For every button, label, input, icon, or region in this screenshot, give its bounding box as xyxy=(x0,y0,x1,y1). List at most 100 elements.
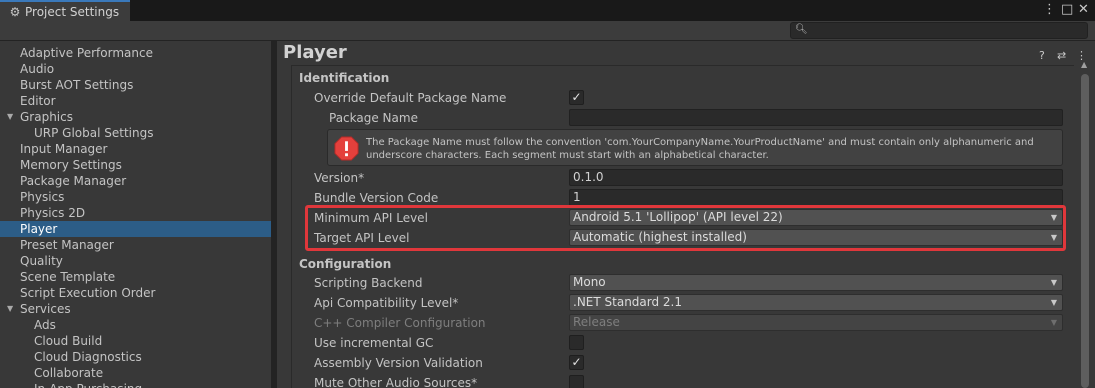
package-name-field[interactable] xyxy=(569,109,1063,126)
bundle-version-code-label: Bundle Version Code xyxy=(314,191,439,205)
sidebar-item-label: Quality xyxy=(20,254,63,268)
sidebar-item-cloud-build[interactable]: Cloud Build xyxy=(0,333,271,349)
minimum-api-level-value: Android 5.1 'Lollipop' (API level 22) xyxy=(573,210,783,224)
sidebar-item-editor[interactable]: Editor xyxy=(0,93,271,109)
sidebar-item-adaptive-performance[interactable]: Adaptive Performance xyxy=(0,45,271,61)
sidebar-item-label: Scene Template xyxy=(20,270,116,284)
sidebar-item-in-app-purchasing[interactable]: In-App Purchasing xyxy=(0,381,271,388)
chevron-down-icon: ▼ xyxy=(1050,213,1057,222)
section-configuration: Configuration xyxy=(299,257,392,271)
sidebar-item-label: Cloud Diagnostics xyxy=(34,350,142,364)
warning-text: The Package Name must follow the convent… xyxy=(366,137,1034,161)
cpp-compiler-label: C++ Compiler Configuration xyxy=(314,316,486,330)
error-icon xyxy=(334,136,359,161)
incremental-gc-label: Use incremental GC xyxy=(314,336,434,350)
vertical-scrollbar[interactable]: ▲ xyxy=(1079,60,1091,388)
target-api-level-label: Target API Level xyxy=(314,231,410,245)
sidebar-item-label: Physics xyxy=(20,190,65,204)
sidebar-item-label: Physics 2D xyxy=(20,206,86,220)
preset-icon[interactable]: ⇄ xyxy=(1057,49,1066,62)
window-menu-icon[interactable]: ⋮ xyxy=(1043,2,1056,17)
sidebar-item-label: Graphics xyxy=(20,110,73,124)
sidebar-item-label: Script Execution Order xyxy=(20,286,156,300)
sidebar-item-player[interactable]: Player xyxy=(0,221,271,237)
sidebar-item-label: Ads xyxy=(34,318,56,332)
target-api-level-value: Automatic (highest installed) xyxy=(573,230,747,244)
help-icon[interactable]: ? xyxy=(1039,49,1045,62)
player-settings-panel: Player ? ⇄ ⋮ Identification Override Def… xyxy=(277,41,1095,388)
sidebar-item-label: Cloud Build xyxy=(34,334,103,348)
chevron-down-icon: ▼ xyxy=(1050,233,1057,242)
maximize-icon[interactable]: □ xyxy=(1061,2,1073,17)
section-identification: Identification xyxy=(299,71,390,85)
settings-sidebar: Adaptive Performance Audio Burst AOT Setti… xyxy=(0,41,271,388)
target-api-level-dropdown[interactable]: Automatic (highest installed) ▼ xyxy=(569,229,1063,246)
sidebar-item-audio[interactable]: Audio xyxy=(0,61,271,77)
api-compatibility-dropdown[interactable]: .NET Standard 2.1 ▼ xyxy=(569,294,1063,311)
sidebar-item-label: Player xyxy=(20,222,58,236)
version-label: Version* xyxy=(314,171,365,185)
sidebar-item-services[interactable]: ▼ Services xyxy=(0,301,271,317)
override-package-name-label: Override Default Package Name xyxy=(314,91,507,105)
scrollbar-thumb[interactable] xyxy=(1081,74,1089,388)
sidebar-item-label: Preset Manager xyxy=(20,238,114,252)
sidebar-item-label: Audio xyxy=(20,62,55,76)
sidebar-item-collaborate[interactable]: Collaborate xyxy=(0,365,271,381)
sidebar-item-label: In-App Purchasing xyxy=(34,382,142,388)
sidebar-item-ads[interactable]: Ads xyxy=(0,317,271,333)
sidebar-item-cloud-diagnostics[interactable]: Cloud Diagnostics xyxy=(0,349,271,365)
sidebar-item-label: Burst AOT Settings xyxy=(20,78,134,92)
search-icon: 🔍︎ xyxy=(795,24,808,35)
sidebar-item-quality[interactable]: Quality xyxy=(0,253,271,269)
sidebar-item-label: URP Global Settings xyxy=(34,126,154,140)
mute-audio-label: Mute Other Audio Sources* xyxy=(314,376,478,388)
minimum-api-level-dropdown[interactable]: Android 5.1 'Lollipop' (API level 22) ▼ xyxy=(569,209,1063,226)
search-input[interactable] xyxy=(807,23,1085,38)
api-compatibility-label: Api Compatibility Level* xyxy=(314,296,459,310)
scripting-backend-dropdown[interactable]: Mono ▼ xyxy=(569,274,1063,291)
gear-icon: ⚙ xyxy=(9,5,21,19)
sidebar-item-input-manager[interactable]: Input Manager xyxy=(0,141,271,157)
sidebar-item-label: Adaptive Performance xyxy=(20,46,153,60)
sidebar-item-physics[interactable]: Physics xyxy=(0,189,271,205)
sidebar-item-label: Collaborate xyxy=(34,366,104,380)
minimum-api-level-label: Minimum API Level xyxy=(314,211,428,225)
override-package-name-checkbox[interactable]: ✓ xyxy=(569,90,584,105)
sidebar-item-graphics[interactable]: ▼ Graphics xyxy=(0,109,271,125)
sidebar-item-label: Services xyxy=(20,302,71,316)
checkmark-icon: ✓ xyxy=(571,90,582,104)
cpp-compiler-value: Release xyxy=(573,315,620,329)
sidebar-item-label: Memory Settings xyxy=(20,158,122,172)
bundle-version-code-field[interactable]: 1 xyxy=(569,189,1063,206)
sidebar-item-memory-settings[interactable]: Memory Settings xyxy=(0,157,271,173)
sidebar-item-label: Input Manager xyxy=(20,142,108,156)
incremental-gc-checkbox[interactable] xyxy=(569,335,584,350)
sidebar-item-label: Editor xyxy=(20,94,56,108)
sidebar-item-preset-manager[interactable]: Preset Manager xyxy=(0,237,271,253)
search-toolbar: 🔍︎ xyxy=(0,21,1095,41)
scroll-up-icon[interactable]: ▲ xyxy=(1081,60,1087,69)
close-icon[interactable]: ✕ xyxy=(1078,2,1089,17)
chevron-down-icon: ▼ xyxy=(1050,318,1057,327)
sidebar-item-burst-aot-settings[interactable]: Burst AOT Settings xyxy=(0,77,271,93)
project-settings-tab[interactable]: ⚙ Project Settings xyxy=(0,0,130,22)
chevron-down-icon: ▼ xyxy=(1050,278,1057,287)
settings-content: Identification Override Default Package … xyxy=(291,65,1074,388)
sidebar-item-package-manager[interactable]: Package Manager xyxy=(0,173,271,189)
assembly-validation-checkbox[interactable]: ✓ xyxy=(569,355,584,370)
sidebar-item-scene-template[interactable]: Scene Template xyxy=(0,269,271,285)
cpp-compiler-dropdown: Release ▼ xyxy=(569,314,1063,331)
version-field[interactable]: 0.1.0 xyxy=(569,169,1063,186)
sidebar-item-script-execution-order[interactable]: Script Execution Order xyxy=(0,285,271,301)
expand-arrow-icon[interactable]: ▼ xyxy=(7,301,13,317)
window-titlebar: ⚙ Project Settings ⋮ □ ✕ xyxy=(0,0,1095,22)
sidebar-item-urp-global-settings[interactable]: URP Global Settings xyxy=(0,125,271,141)
expand-arrow-icon[interactable]: ▼ xyxy=(7,109,13,125)
tab-title: Project Settings xyxy=(25,5,120,19)
package-name-warning: The Package Name must follow the convent… xyxy=(327,129,1063,166)
api-compatibility-value: .NET Standard 2.1 xyxy=(573,295,683,309)
page-title: Player xyxy=(283,42,347,63)
sidebar-item-physics-2d[interactable]: Physics 2D xyxy=(0,205,271,221)
search-box[interactable]: 🔍︎ xyxy=(790,22,1088,39)
mute-audio-checkbox[interactable] xyxy=(569,375,584,388)
